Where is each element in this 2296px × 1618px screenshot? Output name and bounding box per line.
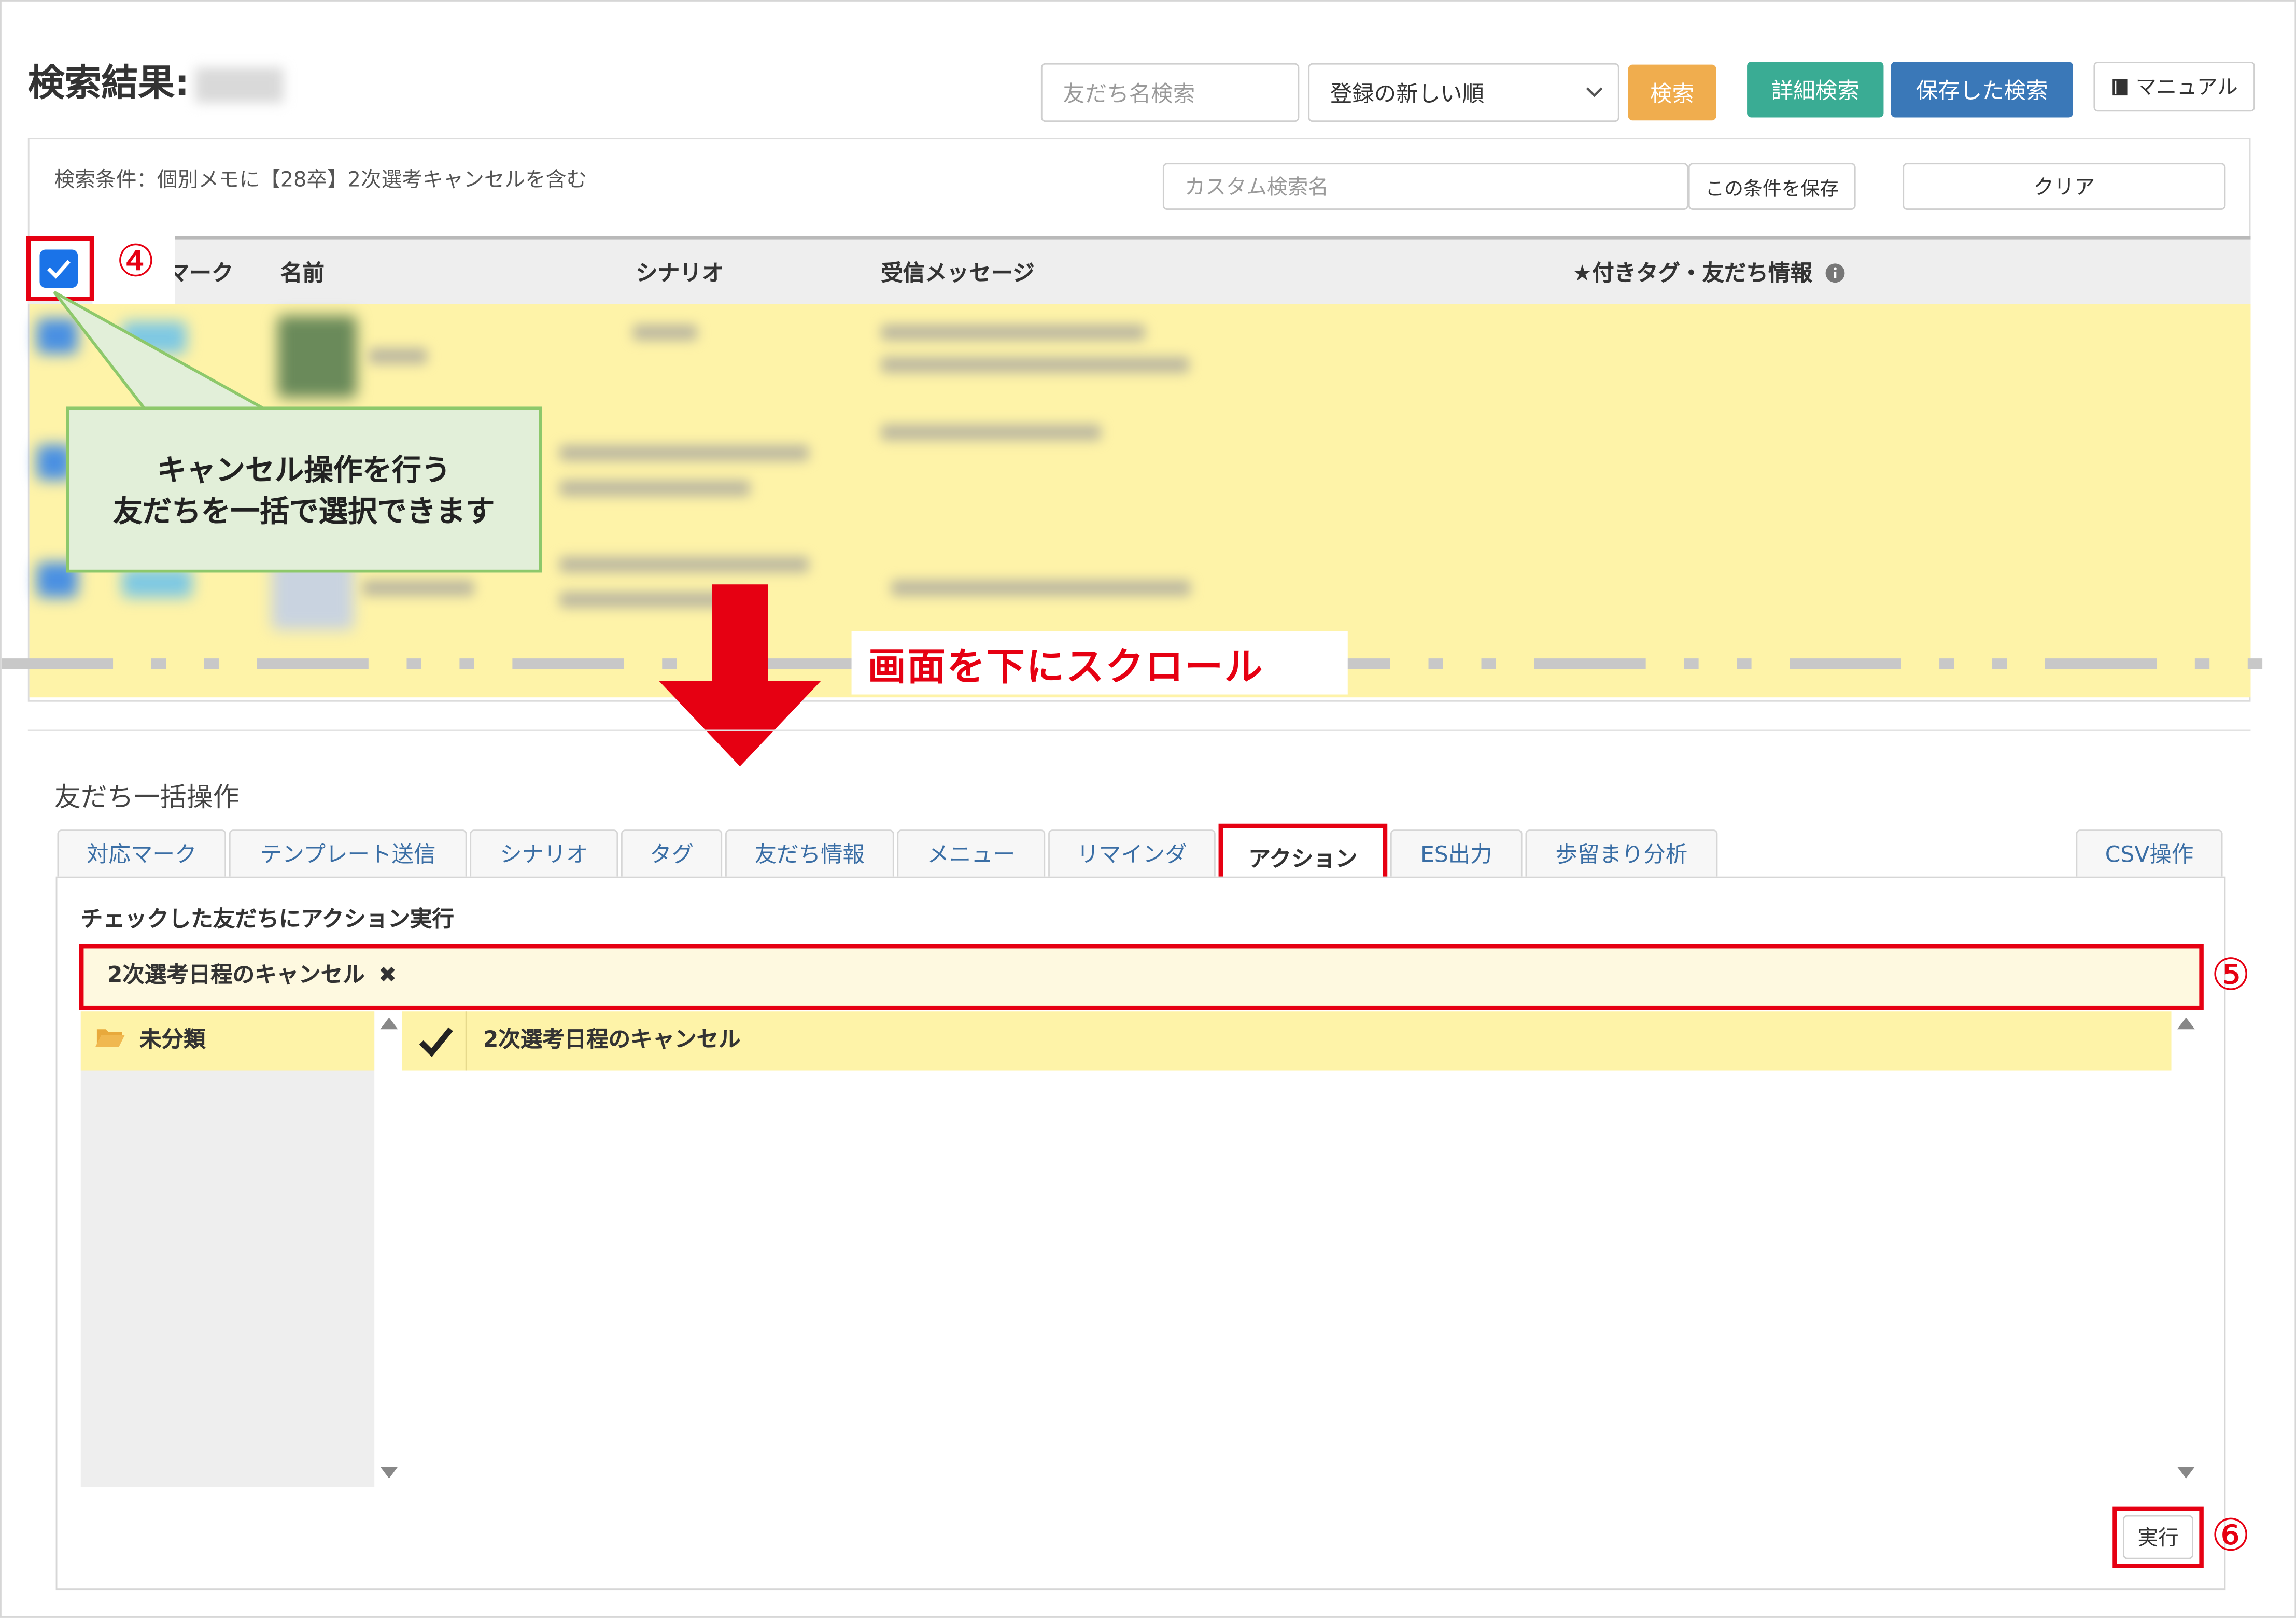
blurred-message bbox=[881, 424, 1101, 441]
column-header-received-message: 受信メッセージ bbox=[881, 260, 1035, 287]
column-header-mark: マーク bbox=[167, 260, 234, 287]
action-list bbox=[402, 1011, 2200, 1487]
folder-list bbox=[80, 1011, 375, 1487]
remove-icon[interactable]: ✖ bbox=[378, 962, 397, 988]
check-icon bbox=[419, 1027, 453, 1057]
tab-template-send[interactable]: テンプレート送信 bbox=[229, 829, 467, 877]
manual-button[interactable]: マニュアル bbox=[2093, 61, 2255, 112]
scroll-up-icon[interactable] bbox=[2177, 1017, 2195, 1030]
scroll-instruction: 画面を下にスクロール bbox=[867, 646, 1264, 691]
callout-line-2: 友だちを一括で選択できます bbox=[113, 493, 495, 528]
blurred-name bbox=[368, 348, 428, 364]
sort-select[interactable]: 登録の新しい順 bbox=[1308, 63, 1619, 122]
chevron-down-icon bbox=[1586, 87, 1603, 97]
tab-reminder[interactable]: リマインダ bbox=[1048, 829, 1216, 877]
tab-yield-analysis[interactable]: 歩留まり分析 bbox=[1525, 829, 1718, 877]
column-header-name: 名前 bbox=[280, 260, 325, 287]
blurred-scenario bbox=[559, 445, 809, 461]
column-header-starred-tags: ★付きタグ・友だち情報 bbox=[1572, 257, 1845, 288]
list-divider bbox=[465, 1011, 467, 1071]
book-icon bbox=[2112, 78, 2127, 95]
selected-action-label: 2次選考日程のキャンセル bbox=[107, 961, 365, 988]
blurred-message bbox=[891, 580, 1191, 596]
tab-menu[interactable]: メニュー bbox=[897, 829, 1046, 877]
step-6-label: ⑥ bbox=[2210, 1511, 2251, 1563]
saved-search-button[interactable]: 保存した検索 bbox=[1891, 61, 2073, 118]
blurred-scenario bbox=[632, 324, 698, 341]
tab-es-output[interactable]: ES出力 bbox=[1390, 829, 1523, 877]
column-header-scenario: シナリオ bbox=[636, 260, 724, 287]
page: 検索結果: 友だち名検索 登録の新しい順 検索 詳細検索 保存した検索 マニュア… bbox=[0, 0, 2296, 1618]
scroll-down-icon[interactable] bbox=[380, 1467, 398, 1479]
select-all-checkbox[interactable] bbox=[39, 249, 78, 288]
folder-label: 未分類 bbox=[139, 1026, 206, 1053]
tab-tag[interactable]: タグ bbox=[621, 829, 723, 877]
sort-select-value: 登録の新しい順 bbox=[1330, 80, 1485, 107]
tab-mark[interactable]: 対応マーク bbox=[57, 829, 227, 877]
tab-friend-info[interactable]: 友だち情報 bbox=[725, 829, 894, 877]
folder-scrollbar[interactable] bbox=[375, 1011, 402, 1487]
page-title: 検索結果: bbox=[28, 54, 284, 107]
tab-csv[interactable]: CSV操作 bbox=[2076, 829, 2223, 877]
tab-scenario[interactable]: シナリオ bbox=[470, 829, 618, 877]
section-divider bbox=[27, 729, 2251, 731]
avatar bbox=[277, 315, 357, 398]
folder-open-icon bbox=[95, 1029, 125, 1047]
blurred-message bbox=[881, 357, 1189, 373]
detail-search-button[interactable]: 詳細検索 bbox=[1747, 61, 1884, 118]
clear-button[interactable]: クリア bbox=[1903, 163, 2226, 210]
check-icon bbox=[47, 260, 71, 279]
search-button[interactable]: 検索 bbox=[1628, 64, 1716, 121]
action-item-label: 2次選考日程のキャンセル bbox=[483, 1026, 741, 1053]
column-header-starred-tags-label: ★付きタグ・友だち情報 bbox=[1572, 260, 1812, 287]
blurred-scenario bbox=[559, 556, 809, 573]
execute-button[interactable]: 実行 bbox=[2123, 1515, 2194, 1559]
custom-search-name-input[interactable]: カスタム検索名 bbox=[1162, 163, 1688, 210]
callout-pointer bbox=[53, 291, 272, 411]
save-condition-button[interactable]: この条件を保存 bbox=[1688, 163, 1856, 210]
scroll-down-icon[interactable] bbox=[2177, 1467, 2195, 1479]
blurred-count bbox=[195, 67, 284, 103]
info-icon bbox=[1825, 263, 1844, 283]
callout-line-1: キャンセル操作を行う bbox=[157, 451, 451, 487]
selected-action-chip[interactable]: 2次選考日程のキャンセル ✖ bbox=[107, 959, 397, 989]
step-4-label: ④ bbox=[116, 236, 156, 288]
blurred-scenario bbox=[559, 480, 751, 497]
selected-action-highlight bbox=[79, 944, 2204, 1010]
blurred-name bbox=[362, 580, 474, 596]
down-arrow-icon bbox=[659, 584, 821, 767]
friend-search-input[interactable]: 友だち名検索 bbox=[1040, 63, 1300, 122]
bulk-section-title: 友だち一括操作 bbox=[54, 782, 240, 813]
manual-button-label: マニュアル bbox=[2135, 76, 2238, 100]
scroll-up-icon[interactable] bbox=[380, 1017, 398, 1030]
action-panel-heading: チェックした友だちにアクション実行 bbox=[80, 906, 454, 933]
callout-bulk-select: キャンセル操作を行う 友だちを一括で選択できます bbox=[66, 406, 542, 573]
step-5-label: ⑤ bbox=[2210, 950, 2251, 1002]
table-header bbox=[27, 236, 2251, 304]
search-conditions: 検索条件：個別メモに【28卒】2次選考キャンセルを含む bbox=[54, 168, 587, 192]
blurred-message bbox=[881, 324, 1145, 341]
